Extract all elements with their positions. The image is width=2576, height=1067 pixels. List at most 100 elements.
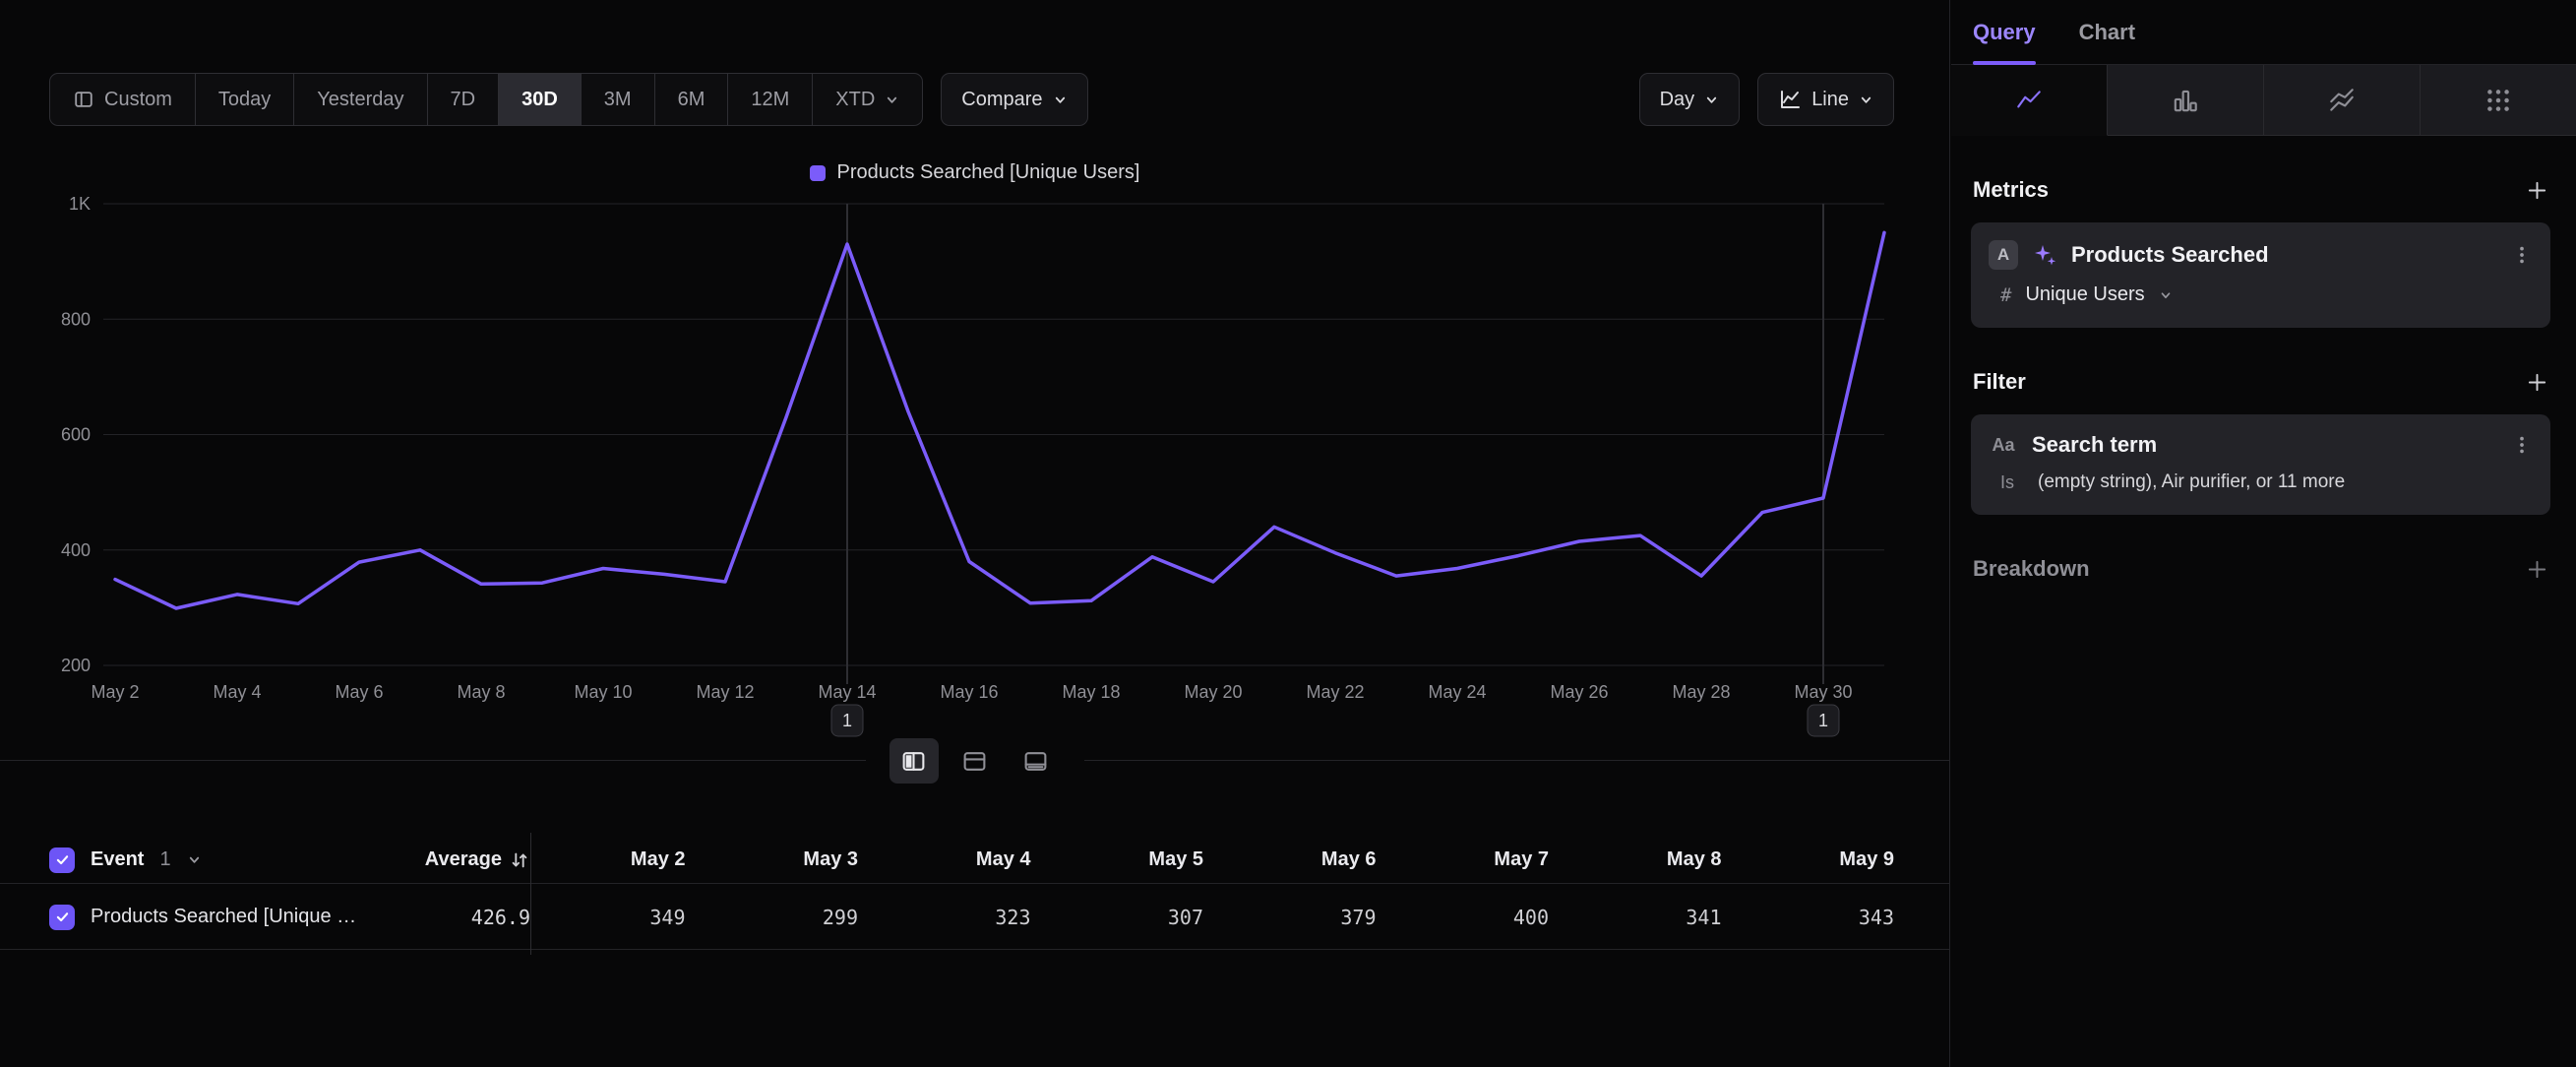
view-toggle-group xyxy=(866,732,1084,789)
filter-condition-row[interactable]: Is (empty string), Air purifier, or 11 m… xyxy=(1989,471,2533,493)
row-event-cell: Products Searched [Unique Users] xyxy=(49,905,405,930)
average-header-label: Average xyxy=(425,848,502,871)
row-checkbox[interactable] xyxy=(49,905,75,930)
compare-label: Compare xyxy=(961,89,1042,111)
metric-name: Products Searched xyxy=(2071,242,2497,268)
query-sidebar: Query Chart xyxy=(1951,0,2576,1067)
view-chart-only-toggle[interactable] xyxy=(951,738,1000,784)
filter-title: Filter xyxy=(1973,369,2026,395)
date-range-group: CustomTodayYesterday7D30D3M6M12MXTD xyxy=(49,73,923,126)
range-today[interactable]: Today xyxy=(196,74,294,125)
cell-value: 400 xyxy=(1394,906,1567,929)
breakdown-title: Breakdown xyxy=(1973,556,2090,582)
range-yesterday[interactable]: Yesterday xyxy=(294,74,427,125)
range-30d[interactable]: 30D xyxy=(499,74,582,125)
svg-text:600: 600 xyxy=(61,425,91,445)
cell-value: 323 xyxy=(876,906,1049,929)
row-name: Products Searched [Unique Users] xyxy=(91,906,358,928)
legend-label: Products Searched [Unique Users] xyxy=(837,161,1140,184)
filter-name: Search term xyxy=(2032,432,2497,458)
add-breakdown-icon[interactable] xyxy=(2526,558,2548,581)
svg-text:May 16: May 16 xyxy=(940,682,998,702)
svg-text:May 8: May 8 xyxy=(457,682,505,702)
filter-value: (empty string), Air purifier, or 11 more xyxy=(2038,471,2345,493)
kebab-menu-icon[interactable] xyxy=(2511,244,2533,266)
line-chart-svg: 2004006008001KMay 2May 4May 6May 8May 10… xyxy=(0,187,1919,738)
filter-card[interactable]: Aa Search term Is (empty string), Air pu… xyxy=(1971,414,2550,515)
svg-text:May 20: May 20 xyxy=(1184,682,1242,702)
compare-button[interactable]: Compare xyxy=(941,73,1087,126)
svg-text:May 2: May 2 xyxy=(91,682,139,702)
header-checkbox[interactable] xyxy=(49,847,75,873)
chevron-down-icon xyxy=(2159,288,2173,302)
breakdown-section-header: Breakdown xyxy=(1951,556,2576,582)
range-xtd[interactable]: XTD xyxy=(813,74,922,125)
date-column-header: May 6 xyxy=(1221,848,1394,871)
svg-text:May 24: May 24 xyxy=(1428,682,1486,702)
chevron-down-icon[interactable] xyxy=(187,852,202,867)
chart-type-bar-tab[interactable] xyxy=(2108,65,2264,136)
view-table-only-toggle[interactable] xyxy=(1012,738,1061,784)
metric-card[interactable]: A Products Searched # Unique Users xyxy=(1971,222,2550,328)
average-header-cell[interactable]: Average xyxy=(405,848,530,871)
metrics-section-header: Metrics xyxy=(1951,177,2576,203)
chevron-down-icon xyxy=(1859,93,1873,107)
table-column-divider xyxy=(530,833,531,955)
svg-text:400: 400 xyxy=(61,540,91,560)
chart-type-line-tab[interactable] xyxy=(1951,65,2108,136)
svg-text:1K: 1K xyxy=(69,194,91,214)
cell-value: 379 xyxy=(1221,906,1394,929)
kebab-menu-icon[interactable] xyxy=(2511,434,2533,456)
cell-value: 307 xyxy=(1049,906,1222,929)
sort-icon[interactable] xyxy=(509,849,530,871)
chart-type-stacked-tab[interactable] xyxy=(2264,65,2421,136)
bar-chart-icon xyxy=(2171,86,2200,115)
chart-type-metric-tab[interactable] xyxy=(2421,65,2576,136)
event-header-label: Event xyxy=(91,848,144,871)
granularity-label: Day xyxy=(1660,89,1695,111)
line-chart[interactable]: 2004006008001KMay 2May 4May 6May 8May 10… xyxy=(0,187,1919,738)
svg-text:May 30: May 30 xyxy=(1794,682,1852,702)
cell-value: 299 xyxy=(704,906,877,929)
tab-query-label: Query xyxy=(1973,20,2036,45)
svg-text:May 28: May 28 xyxy=(1672,682,1730,702)
tab-query[interactable]: Query xyxy=(1973,0,2036,64)
tab-chart[interactable]: Chart xyxy=(2079,0,2135,64)
chart-only-view-icon xyxy=(961,748,988,775)
date-column-header: May 5 xyxy=(1049,848,1222,871)
filter-type-label: Aa xyxy=(1989,435,2018,456)
sidebar-tabs: Query Chart xyxy=(1951,0,2576,65)
chart-style-button[interactable]: Line xyxy=(1757,73,1894,126)
add-metric-icon[interactable] xyxy=(2526,179,2548,202)
range-7d[interactable]: 7D xyxy=(428,74,500,125)
table-row[interactable]: Products Searched [Unique Users] 426.9 3… xyxy=(0,885,1950,950)
panel-left-icon xyxy=(73,89,94,110)
range-6m[interactable]: 6M xyxy=(655,74,729,125)
table-only-view-icon xyxy=(1022,748,1049,775)
table-header-row: Event 1 Average May 2May 3May 4May 5May … xyxy=(0,837,1950,884)
granularity-button[interactable]: Day xyxy=(1639,73,1741,126)
range-12m[interactable]: 12M xyxy=(728,74,813,125)
add-filter-icon[interactable] xyxy=(2526,371,2548,394)
cell-value: 341 xyxy=(1566,906,1740,929)
range-custom[interactable]: Custom xyxy=(50,74,196,125)
svg-text:800: 800 xyxy=(61,309,91,329)
stacked-chart-icon xyxy=(2327,86,2357,115)
date-column-header: May 9 xyxy=(1740,848,1913,871)
range-3m[interactable]: 3M xyxy=(582,74,655,125)
metric-measure-row[interactable]: # Unique Users xyxy=(1989,283,2533,306)
svg-text:May 12: May 12 xyxy=(696,682,754,702)
metric-grid-icon xyxy=(2484,86,2513,115)
date-column-header: May 4 xyxy=(876,848,1049,871)
chart-type-tabs xyxy=(1951,65,2576,136)
metric-letter-badge: A xyxy=(1989,240,2018,270)
line-chart-icon xyxy=(2014,86,2044,115)
metrics-title: Metrics xyxy=(1973,177,2049,203)
chevron-down-icon xyxy=(1704,93,1719,107)
filter-section-header: Filter xyxy=(1951,369,2576,395)
main-panel: CustomTodayYesterday7D30D3M6M12MXTD Comp… xyxy=(0,0,1950,1067)
view-split-toggle[interactable] xyxy=(889,738,939,784)
tab-chart-label: Chart xyxy=(2079,20,2135,45)
chevron-down-icon xyxy=(885,93,899,107)
svg-text:1: 1 xyxy=(842,711,852,730)
